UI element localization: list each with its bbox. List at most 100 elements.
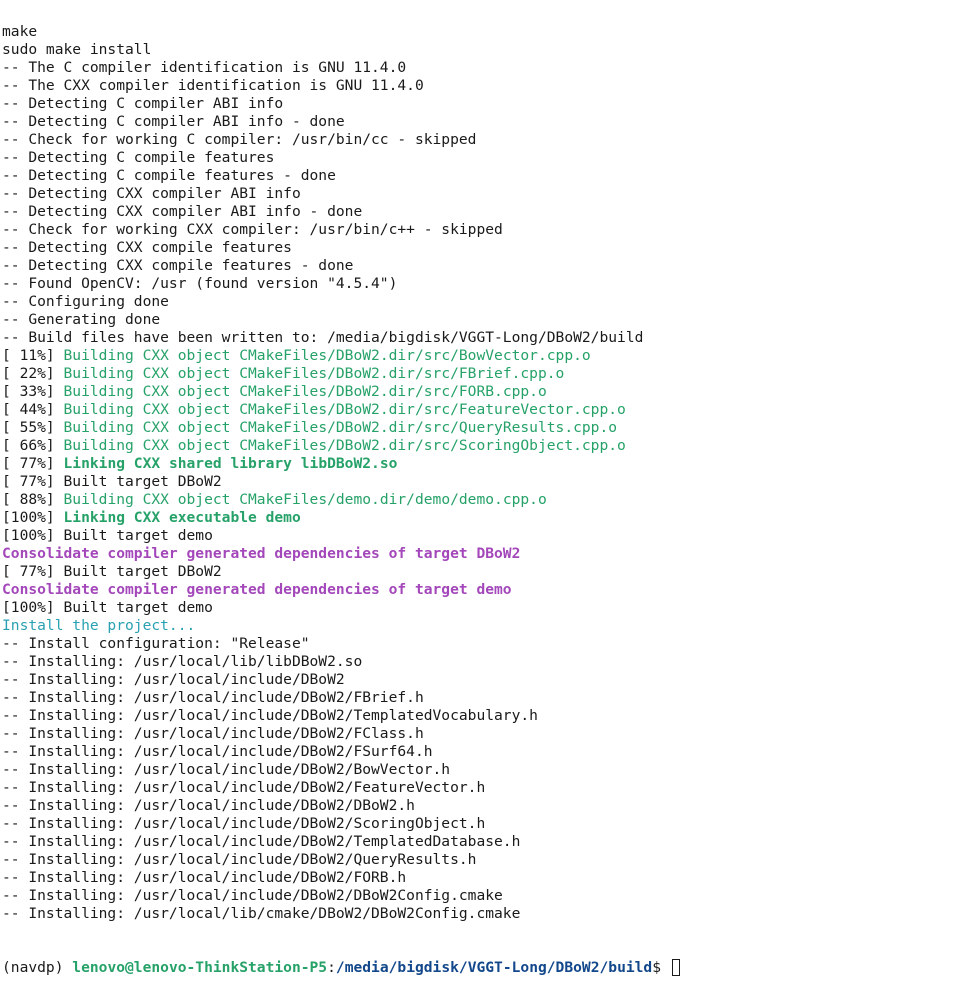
terminal-line: -- Installing: /usr/local/include/DBoW2/… [2,815,978,833]
terminal-line-segment: -- Installing: /usr/local/include/DBoW2/… [2,833,521,850]
terminal-line-segment: [ 22%] [2,365,64,382]
terminal-line-segment: -- Found OpenCV: /usr (found version "4.… [2,275,398,292]
terminal-line-segment: [100%] Built target demo [2,599,213,616]
terminal-line: -- Detecting CXX compiler ABI info [2,185,978,203]
terminal-lines: make sudo make install -- The C compiler i… [2,23,978,923]
terminal-line-segment: [100%] [2,509,64,526]
terminal-line-segment: Building CXX object CMakeFiles/demo.dir/… [63,491,547,508]
terminal-line-segment: -- Installing: /usr/local/include/DBoW2/… [2,743,433,760]
terminal-line-segment: -- Installing: /usr/local/include/DBoW2/… [2,707,538,724]
prompt-separator: : [327,959,336,976]
terminal-line: [ 77%] Built target DBoW2 [2,563,978,581]
terminal-line-segment: -- Detecting C compile features [2,149,275,166]
terminal-output[interactable]: make sudo make install -- The C compiler i… [2,0,978,995]
terminal-line-segment: -- Detecting C compile features - done [2,167,336,184]
terminal-line: [ 44%] Building CXX object CMakeFiles/DB… [2,401,978,419]
prompt-env: (navdp) [2,959,73,976]
terminal-line: make [2,23,978,41]
terminal-line: Consolidate compiler generated dependenc… [2,545,978,563]
terminal-line-segment: [ 44%] [2,401,64,418]
terminal-line: -- The C compiler identification is GNU … [2,59,978,77]
terminal-line: -- Installing: /usr/local/include/DBoW2/… [2,689,978,707]
terminal-line-segment: -- Installing: /usr/local/include/DBoW2/… [2,851,477,868]
terminal-line: Consolidate compiler generated dependenc… [2,581,978,599]
terminal-line-segment: [ 66%] [2,437,64,454]
terminal-line: -- Installing: /usr/local/include/DBoW2/… [2,869,978,887]
terminal-line: -- Detecting CXX compile features - done [2,257,978,275]
terminal-line-segment: -- Installing: /usr/local/lib/libDBoW2.s… [2,653,363,670]
terminal-line-segment: -- Detecting CXX compiler ABI info - don… [2,203,363,220]
terminal-line: -- Installing: /usr/local/include/DBoW2/… [2,725,978,743]
terminal-line: -- Installing: /usr/local/include/DBoW2/… [2,743,978,761]
terminal-line-segment: Linking CXX executable demo [63,509,301,526]
terminal-line: [ 77%] Built target DBoW2 [2,473,978,491]
prompt-symbol: $ [652,959,670,976]
terminal-line: -- Installing: /usr/local/lib/libDBoW2.s… [2,653,978,671]
terminal-line-segment: -- Check for working C compiler: /usr/bi… [2,131,477,148]
terminal-line-segment: -- Build files have been written to: /me… [2,329,644,346]
terminal-line: -- Detecting C compile features - done [2,167,978,185]
terminal-line: [100%] Built target demo [2,527,978,545]
terminal-line-segment: -- Installing: /usr/local/include/DBoW2/… [2,869,407,886]
terminal-line: -- Generating done [2,311,978,329]
terminal-line: -- Installing: /usr/local/include/DBoW2/… [2,779,978,797]
text-cursor [671,959,680,976]
terminal-line-segment: -- Detecting CXX compile features - done [2,257,354,274]
terminal-line: [ 55%] Building CXX object CMakeFiles/DB… [2,419,978,437]
terminal-line: -- Detecting C compiler ABI info - done [2,113,978,131]
terminal-line: -- Installing: /usr/local/lib/cmake/DBoW… [2,905,978,923]
terminal-line-segment: [ 11%] [2,347,64,364]
terminal-line: [ 11%] Building CXX object CMakeFiles/DB… [2,347,978,365]
terminal-line-segment: -- Installing: /usr/local/include/DBoW2 [2,671,345,688]
terminal-line-segment: -- The CXX compiler identification is GN… [2,77,424,94]
terminal-line-segment: -- Generating done [2,311,161,328]
terminal-line-segment: Building CXX object CMakeFiles/DBoW2.dir… [63,401,626,418]
terminal-line: sudo make install [2,41,978,59]
terminal-line-segment: Building CXX object CMakeFiles/DBoW2.dir… [63,383,547,400]
terminal-line-segment: -- Installing: /usr/local/lib/cmake/DBoW… [2,905,521,922]
terminal-line-segment: Building CXX object CMakeFiles/DBoW2.dir… [63,347,591,364]
terminal-line-segment: [ 77%] [2,455,64,472]
terminal-line-segment: Install the project... [2,617,196,634]
terminal-line-segment: -- Installing: /usr/local/include/DBoW2/… [2,761,451,778]
prompt-user-host: lenovo@lenovo-ThinkStation-P5 [72,959,328,976]
terminal-line: -- Configuring done [2,293,978,311]
terminal-line: [100%] Linking CXX executable demo [2,509,978,527]
terminal-line-segment: -- Detecting CXX compiler ABI info [2,185,301,202]
terminal-line-segment: Building CXX object CMakeFiles/DBoW2.dir… [63,365,565,382]
terminal-line: [ 66%] Building CXX object CMakeFiles/DB… [2,437,978,455]
terminal-line-segment: -- Installing: /usr/local/include/DBoW2/… [2,725,424,742]
terminal-line-segment: [ 55%] [2,419,64,436]
terminal-line: -- Installing: /usr/local/include/DBoW2/… [2,761,978,779]
terminal-line: [ 33%] Building CXX object CMakeFiles/DB… [2,383,978,401]
terminal-line: -- Install configuration: "Release" [2,635,978,653]
terminal-line: [ 77%] Linking CXX shared library libDBo… [2,455,978,473]
terminal-line: -- Detecting C compile features [2,149,978,167]
terminal-line-segment: -- Install configuration: "Release" [2,635,310,652]
terminal-line: [ 22%] Building CXX object CMakeFiles/DB… [2,365,978,383]
terminal-line-segment: -- Installing: /usr/local/include/DBoW2/… [2,815,486,832]
terminal-line-segment: Consolidate compiler generated dependenc… [2,581,512,598]
terminal-line: -- Detecting C compiler ABI info [2,95,978,113]
shell-prompt[interactable]: (navdp) lenovo@lenovo-ThinkStation-P5:/m… [2,959,978,977]
terminal-line: -- Build files have been written to: /me… [2,329,978,347]
terminal-line: -- Installing: /usr/local/include/DBoW2/… [2,833,978,851]
terminal-line-segment: [ 77%] Built target DBoW2 [2,473,222,490]
terminal-line-segment: -- Installing: /usr/local/include/DBoW2/… [2,797,415,814]
terminal-line: Install the project... [2,617,978,635]
terminal-line-segment: -- The C compiler identification is GNU … [2,59,407,76]
terminal-line: -- Found OpenCV: /usr (found version "4.… [2,275,978,293]
terminal-line-segment: [ 77%] Built target DBoW2 [2,563,222,580]
prompt-path: /media/bigdisk/VGGT-Long/DBoW2/build [335,959,653,976]
terminal-line: -- Installing: /usr/local/include/DBoW2 [2,671,978,689]
terminal-line-segment: Linking CXX shared library libDBoW2.so [63,455,398,472]
terminal-line: -- Installing: /usr/local/include/DBoW2/… [2,851,978,869]
terminal-line-segment: -- Configuring done [2,293,169,310]
terminal-line: -- Check for working CXX compiler: /usr/… [2,221,978,239]
terminal-line: -- Check for working C compiler: /usr/bi… [2,131,978,149]
terminal-line-segment: -- Detecting C compiler ABI info - done [2,113,345,130]
terminal-line-segment: [100%] Built target demo [2,527,213,544]
terminal-line-segment: -- Installing: /usr/local/include/DBoW2/… [2,689,424,706]
terminal-line: -- Detecting CXX compiler ABI info - don… [2,203,978,221]
terminal-line-segment: Consolidate compiler generated dependenc… [2,545,521,562]
